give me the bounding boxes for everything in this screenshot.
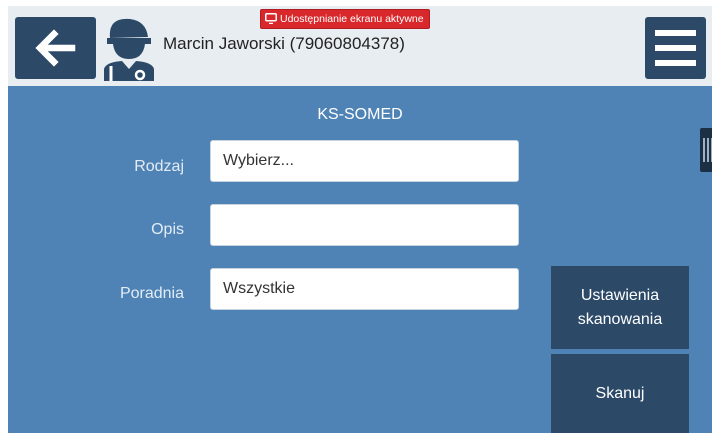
hamburger-menu-icon	[655, 30, 696, 66]
poradnia-select[interactable]: Wszystkie	[210, 268, 519, 310]
back-button[interactable]	[15, 17, 96, 79]
side-drag-handle[interactable]	[700, 128, 712, 172]
doctor-icon	[104, 18, 154, 81]
scan-settings-label: Ustawienia skanowania	[577, 286, 663, 328]
opis-input[interactable]	[210, 204, 519, 246]
opis-label: Opis	[151, 221, 184, 238]
scan-button[interactable]: Skanuj	[551, 354, 689, 433]
screen-share-text: Udostępnianie ekranu aktywne	[280, 13, 424, 25]
app-frame: Marcin Jaworski (79060804378) KS-SOMED R…	[8, 6, 712, 433]
rodzaj-select[interactable]: Wybierz...	[210, 140, 519, 182]
screen-share-badge: Udostępnianie ekranu aktywne	[260, 9, 430, 29]
screen-cast-icon	[265, 13, 277, 24]
main-panel: KS-SOMED Rodzaj Wybierz... Opis Poradnia…	[8, 86, 712, 433]
organization-title: KS-SOMED	[317, 106, 403, 123]
scan-label: Skanuj	[595, 384, 645, 402]
rodzaj-label: Rodzaj	[134, 158, 184, 175]
arrow-left-icon	[35, 29, 76, 67]
scan-settings-button[interactable]: Ustawienia skanowania	[551, 266, 689, 349]
poradnia-label: Poradnia	[119, 285, 184, 302]
user-name: Marcin Jaworski (79060804378)	[163, 34, 405, 53]
menu-button[interactable]	[645, 17, 706, 79]
